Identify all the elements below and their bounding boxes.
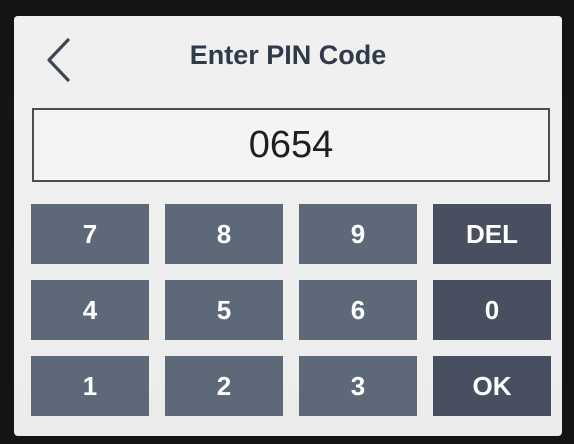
- key-1-button[interactable]: 1: [31, 356, 149, 416]
- pin-entry-screen: Enter PIN Code 0654 7 8 9 DEL 4 5 6 0 1 …: [14, 16, 562, 436]
- pin-input-field[interactable]: 0654: [32, 108, 550, 182]
- key-8-button[interactable]: 8: [165, 204, 283, 264]
- header-bar: Enter PIN Code: [14, 16, 562, 98]
- key-9-button[interactable]: 9: [299, 204, 417, 264]
- key-4-button[interactable]: 4: [31, 280, 149, 340]
- ok-button[interactable]: OK: [433, 356, 551, 416]
- key-2-button[interactable]: 2: [165, 356, 283, 416]
- numeric-keypad: 7 8 9 DEL 4 5 6 0 1 2 3 OK: [31, 204, 551, 418]
- key-6-button[interactable]: 6: [299, 280, 417, 340]
- key-5-button[interactable]: 5: [165, 280, 283, 340]
- key-7-button[interactable]: 7: [31, 204, 149, 264]
- key-3-button[interactable]: 3: [299, 356, 417, 416]
- page-title: Enter PIN Code: [189, 40, 387, 70]
- key-0-button[interactable]: 0: [433, 280, 551, 340]
- delete-button[interactable]: DEL: [433, 204, 551, 264]
